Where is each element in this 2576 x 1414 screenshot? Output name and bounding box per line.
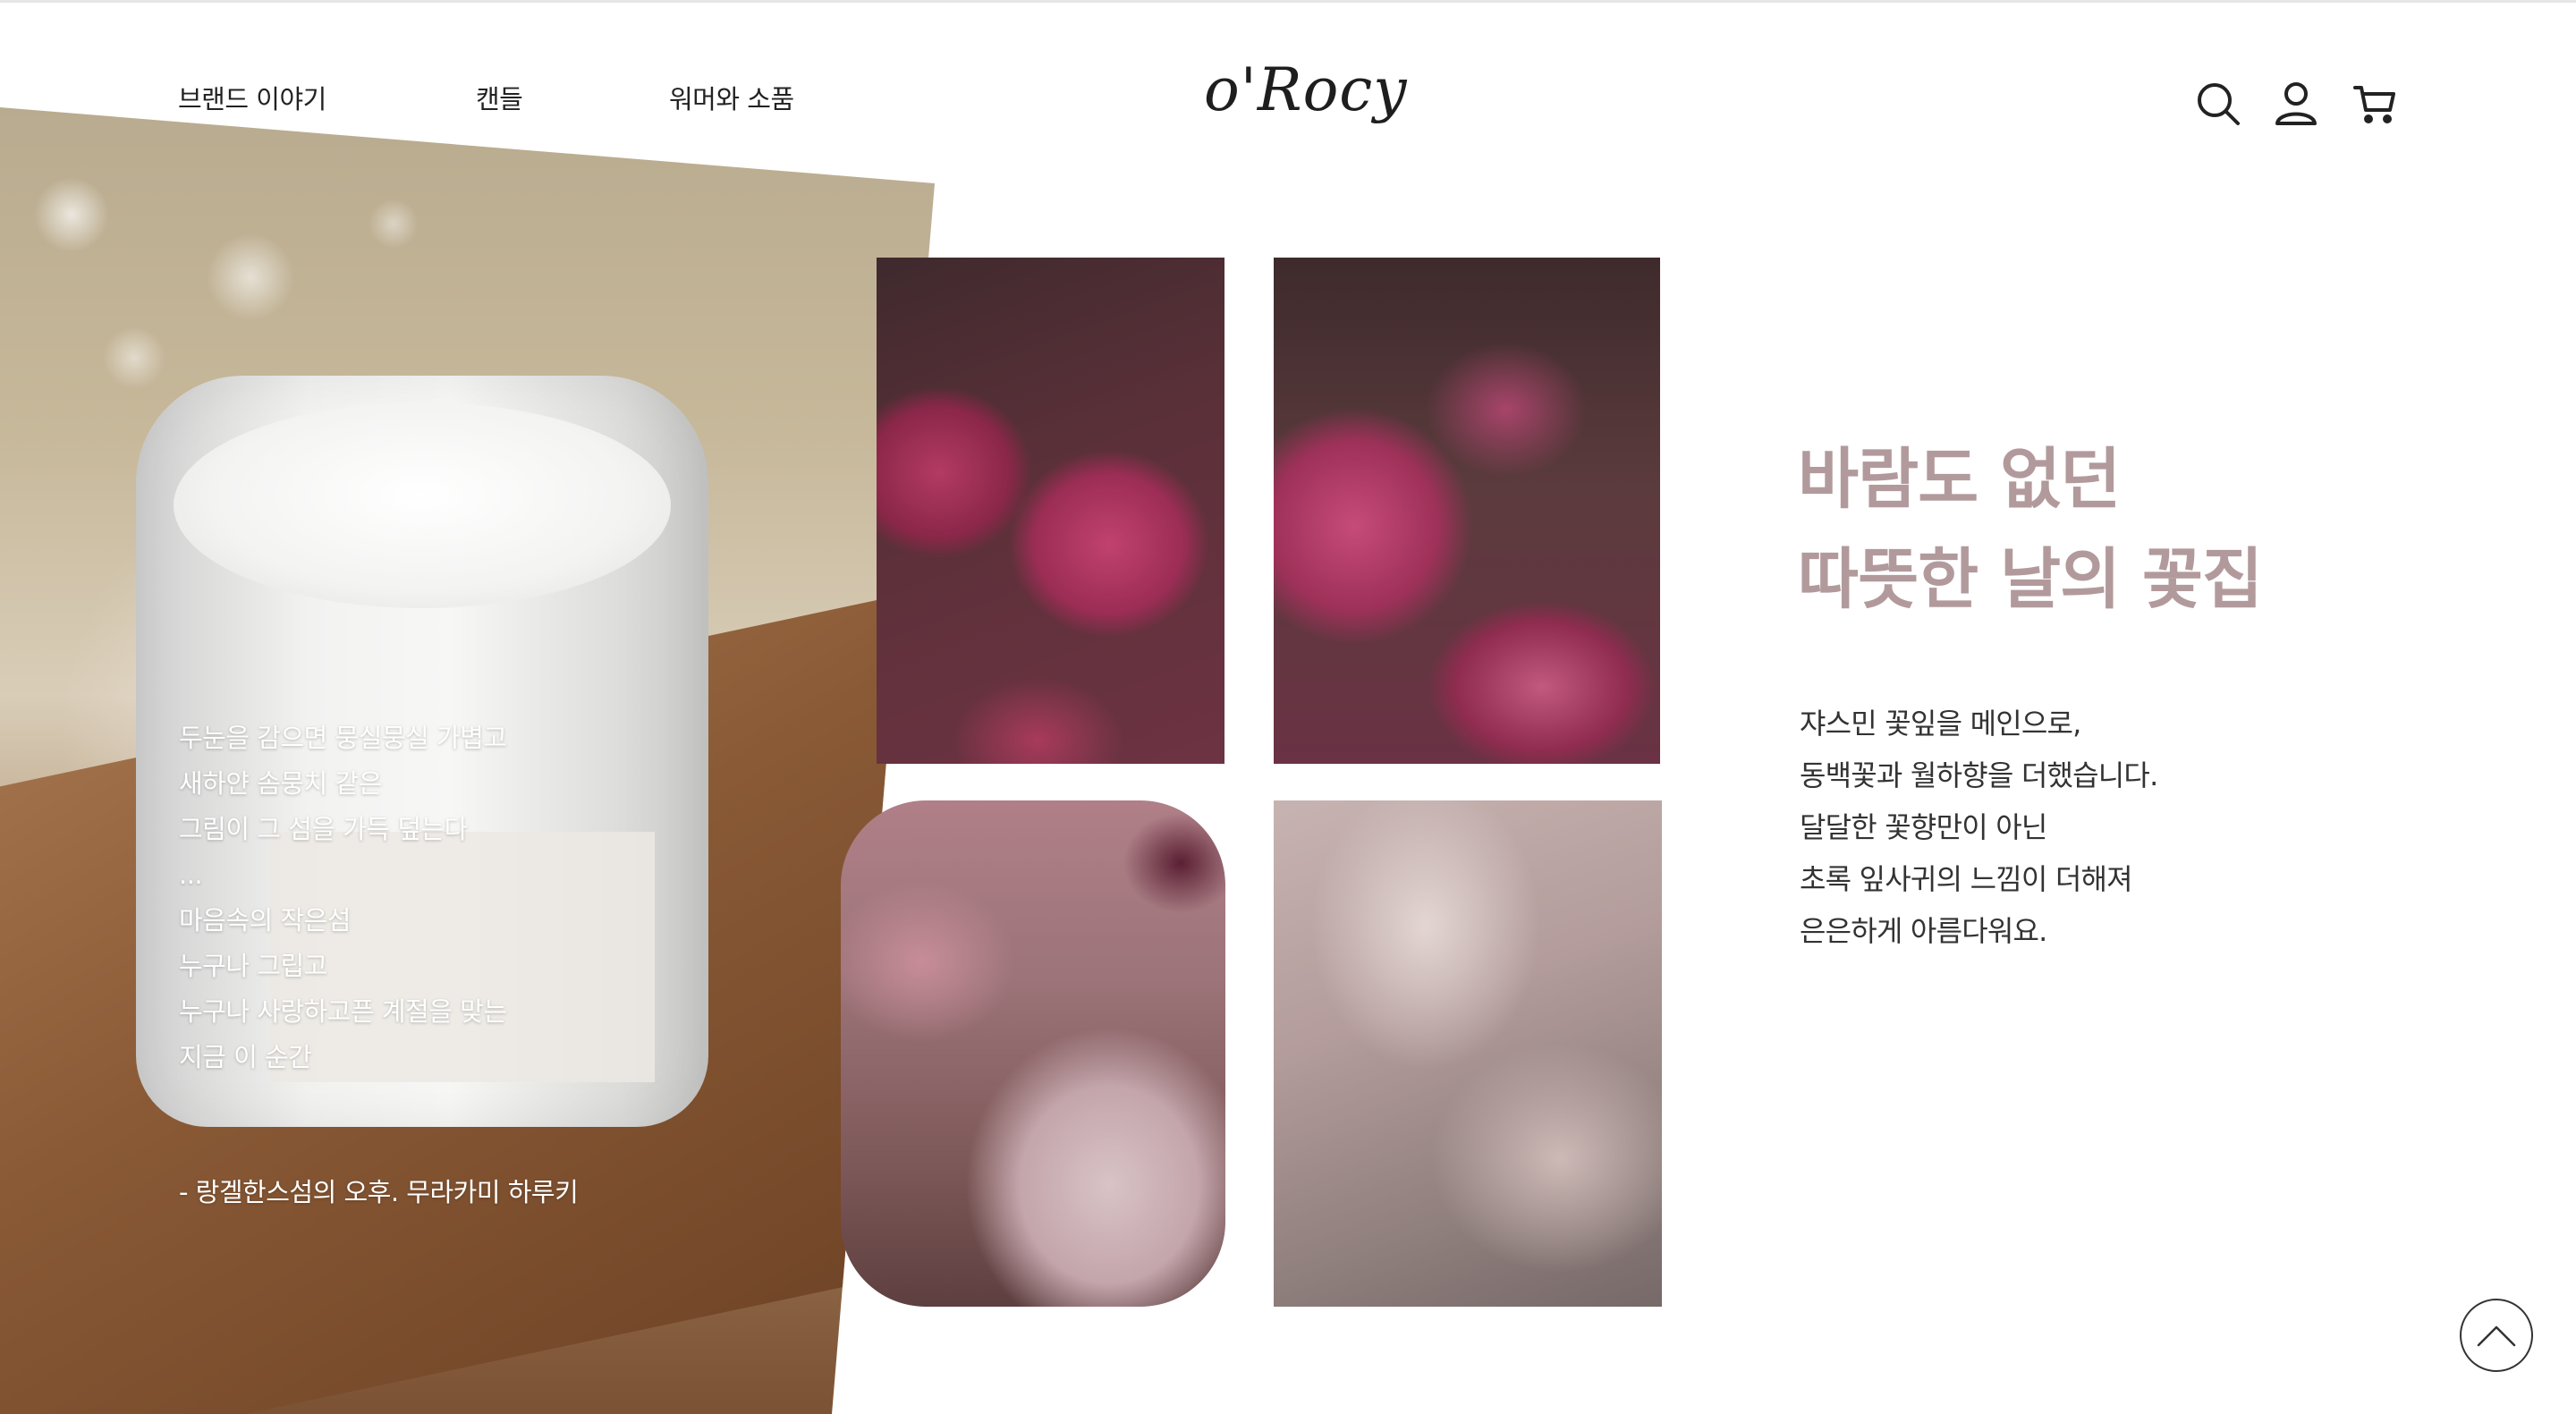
headline-line: 따뜻한 날의 꽃집 [1798, 541, 2263, 618]
nav-link-warmers[interactable]: 워머와 소품 [669, 79, 794, 116]
poem-source: - 랑겔한스섬의 오후. 무라카미 하루키 [179, 1177, 579, 1207]
candle-wax-top [174, 402, 671, 608]
flower-photo-4 [1274, 800, 1662, 1307]
headline-line: 바람도 없던 [1798, 441, 2121, 518]
description-line: 은은하게 아름다워요. [1800, 914, 2047, 948]
description-line: 달달한 꽃향만이 아닌 [1800, 810, 2047, 844]
feature-headline: 바람도 없던 따뜻한 날의 꽃집 [1798, 429, 2263, 630]
flower-photo-3 [841, 800, 1225, 1307]
poem-line: 지금 이 순간 [179, 1042, 312, 1072]
poem-line: 누구나 사랑하고픈 계절을 맞는 [179, 996, 507, 1027]
description-line: 동백꽃과 월하향을 더했습니다. [1800, 758, 2158, 792]
flower-photo-1 [877, 258, 1224, 764]
search-icon[interactable] [2195, 80, 2241, 127]
poem-line: 두눈을 감으면 뭉실뭉실 가볍고 [179, 723, 507, 753]
description-line: 초록 잎사귀의 느낌이 더해져 [1800, 862, 2133, 896]
brand-logo[interactable]: o'Rocy [1204, 55, 1408, 124]
nav-link-brand-story[interactable]: 브랜드 이야기 [178, 79, 326, 116]
chevron-up-icon [2477, 1325, 2516, 1347]
user-icon[interactable] [2273, 80, 2319, 127]
poem-line: ... [179, 859, 203, 890]
site-header: 브랜드 이야기 캔들 워머와 소품 o'Rocy [0, 0, 2576, 179]
feature-description: 쟈스민 꽃잎을 메인으로, 동백꽃과 월하향을 더했습니다. 달달한 꽃향만이 … [1800, 698, 2158, 957]
cart-icon[interactable] [2352, 80, 2399, 127]
scroll-top-button[interactable] [2460, 1299, 2533, 1372]
poem-line: 새하얀 솜뭉치 같은 [179, 768, 382, 799]
poem-line: 그림이 그 섬을 가득 덮는다 [179, 814, 468, 844]
nav-link-candles[interactable]: 캔들 [476, 79, 523, 116]
poem-line: 마음속의 작은섬 [179, 905, 351, 936]
description-line: 쟈스민 꽃잎을 메인으로, [1800, 707, 2081, 741]
poem-line: 누구나 그립고 [179, 951, 327, 981]
poem-text: 두눈을 감으면 뭉실뭉실 가볍고 새하얀 솜뭉치 같은 그림이 그 섬을 가득 … [179, 715, 680, 1080]
flower-photo-2 [1274, 258, 1660, 764]
